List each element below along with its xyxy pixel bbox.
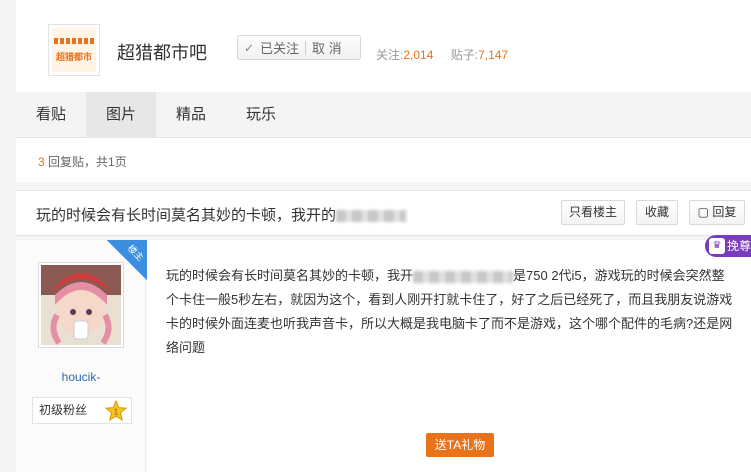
followers-count: 2,014 [403, 48, 434, 62]
follow-label: 已关注 [260, 41, 300, 56]
forum-stats: 关注:2,014 贴子:7,147 [376, 48, 509, 62]
page-info: 3 回复贴，共1页 [16, 138, 751, 182]
tab-featured[interactable]: 精品 [156, 92, 226, 138]
tab-posts[interactable]: 看贴 [16, 92, 86, 138]
thread-title: 玩的时候会有长时间莫名其妙的卡顿，我开的 [36, 204, 407, 225]
check-icon: ✓ [243, 40, 255, 55]
follow-button[interactable]: ✓ 已关注 取 消 [237, 35, 361, 60]
logo-text: 超猎都市 [55, 51, 92, 62]
thread-title-bar: 玩的时候会有长时间莫名其妙的卡顿，我开的 只看楼主 收藏 ▢ 回复 [16, 190, 751, 236]
reply-button[interactable]: ▢ 回复 [689, 200, 745, 225]
send-gift-button[interactable]: 送TA礼物 [426, 433, 494, 457]
level-star-icon: 1 [104, 399, 128, 430]
forum-tabs: 看贴 图片 精品 玩乐 [16, 92, 751, 138]
posts-count: 7,147 [478, 48, 509, 62]
redacted-text [336, 210, 407, 223]
forum-header: 超猎都市 超猎都市吧 ✓ 已关注 取 消 关注:2,014 贴子:7,147 [16, 0, 751, 92]
author-badge: 楼主 [107, 240, 147, 280]
svg-text:1: 1 [114, 408, 119, 417]
only-author-button[interactable]: 只看楼主 [561, 200, 625, 225]
redacted-text [413, 270, 514, 283]
post: houcik- 初级粉丝 1 楼主 ♛ 挽尊 玩的时候会有长时间莫名其妙的卡顿，我… [16, 235, 751, 472]
post-content: 玩的时候会有长时间莫名其妙的卡顿，我开 是750 2代i5，游戏玩的时候会突然整个… [166, 268, 733, 355]
tab-images[interactable]: 图片 [86, 92, 157, 138]
vip-badge[interactable]: ♛ 挽尊 [705, 235, 751, 257]
username[interactable]: houcik- [16, 370, 146, 384]
crown-icon: ♛ [709, 238, 725, 254]
fan-level[interactable]: 初级粉丝 1 [32, 397, 132, 424]
tab-fun[interactable]: 玩乐 [226, 92, 296, 138]
forum-logo[interactable]: 超猎都市 [48, 24, 100, 76]
reply-icon: ▢ [697, 205, 709, 219]
favorite-button[interactable]: 收藏 [636, 200, 678, 225]
unfollow-button[interactable]: 取 消 [312, 38, 342, 57]
forum-name[interactable]: 超猎都市吧 [117, 39, 207, 65]
